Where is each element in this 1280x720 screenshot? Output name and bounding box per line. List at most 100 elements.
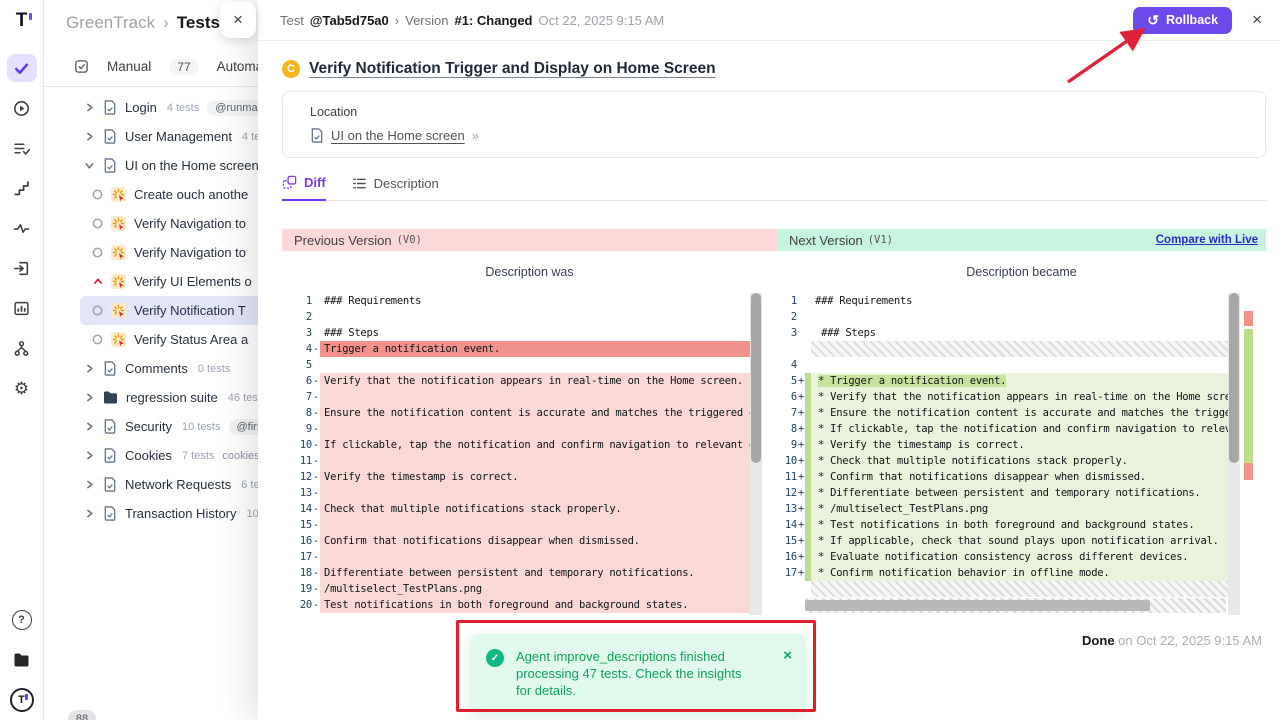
diff-marker: -: [313, 471, 320, 483]
chevron-right-icon[interactable]: [84, 509, 95, 518]
diff-marker: +: [798, 535, 805, 547]
diff-marker: -: [313, 583, 320, 595]
files-folder-icon[interactable]: [7, 646, 37, 674]
sidebar-item-verify-notification[interactable]: Verify Notification T: [80, 296, 284, 325]
diff-line: 18-Differentiate between persistent and …: [282, 565, 777, 581]
scrollbar-thumb[interactable]: [751, 293, 761, 463]
diff-marker: +: [798, 551, 805, 563]
chevron-down-icon[interactable]: [84, 161, 95, 170]
tests-check-icon[interactable]: [7, 54, 37, 82]
left-vertical-scrollbar[interactable]: [750, 293, 762, 615]
question-glyph: ?: [18, 614, 25, 626]
chevron-right-icon[interactable]: [84, 451, 95, 460]
document-check-icon: [103, 419, 117, 434]
chevron-right-icon[interactable]: [84, 480, 95, 489]
reports-chart-icon[interactable]: [7, 294, 37, 322]
location-link[interactable]: UI on the Home screen: [331, 128, 465, 143]
line-text: /multiselect_TestPlans.png: [324, 583, 482, 595]
diff-marker: +: [798, 455, 805, 467]
flaky-test-icon: [111, 332, 126, 347]
flaky-test-icon: [111, 274, 126, 289]
item-label: UI on the Home screen: [125, 158, 259, 173]
line-text: ### Requirements: [324, 295, 421, 307]
chevron-right-icon[interactable]: [84, 393, 95, 402]
success-check-icon: ✓: [486, 649, 504, 667]
activity-pulse-icon[interactable]: [7, 214, 37, 242]
tab-description[interactable]: Description: [352, 175, 439, 200]
rollback-icon: ↺: [1147, 13, 1159, 27]
tab-manual[interactable]: Manual: [107, 59, 151, 74]
test-title[interactable]: Verify Notification Trigger and Display …: [309, 60, 716, 78]
profile-avatar[interactable]: T: [7, 686, 37, 714]
sidebar-item-security[interactable]: Security 10 tests @firs: [80, 412, 284, 441]
import-box-icon[interactable]: [7, 254, 37, 282]
sidebar-item-verify-navigation-1[interactable]: Verify Navigation to: [80, 209, 284, 238]
line-text: * Verify the timestamp is correct.: [818, 439, 1024, 451]
horizontal-scrollbar-thumb[interactable]: [805, 600, 1150, 611]
line-text: Trigger a notification event.: [324, 343, 500, 355]
diff-line: 11-: [282, 453, 777, 469]
line-number: 5: [294, 359, 312, 371]
diff-marker: +: [798, 407, 805, 419]
tab-diff[interactable]: Diff: [282, 175, 326, 201]
chevron-right-icon[interactable]: [84, 422, 95, 431]
line-number: 11: [294, 455, 312, 467]
diff-right-panel[interactable]: 1### Requirements 2 3 ### Steps 4 5+* Tr…: [777, 293, 1266, 615]
diff-line: 2: [282, 309, 777, 325]
modal-breadcrumb: Test @Tab5d75a0 › Version #1: Changed Oc…: [280, 13, 664, 28]
line-text: * Ensure the notification content is acc…: [818, 407, 1228, 419]
integrations-branch-icon[interactable]: [7, 334, 37, 362]
runs-play-icon[interactable]: [7, 94, 37, 122]
rollback-label: Rollback: [1166, 13, 1218, 27]
sidebar-item-verify-ui-elements[interactable]: Verify UI Elements o: [80, 267, 284, 296]
sidebar-item-create-test[interactable]: Create ouch anothe: [80, 180, 284, 209]
settings-gear-icon[interactable]: ⚙: [7, 374, 37, 402]
panel-close-button[interactable]: ×: [220, 2, 256, 38]
help-icon[interactable]: ?: [7, 606, 37, 634]
sidebar-item-transaction-history[interactable]: Transaction History 10 tests: [80, 499, 284, 528]
avatar-letter: T: [18, 694, 25, 706]
item-label: Login: [125, 100, 157, 115]
list-icon: [352, 176, 367, 191]
line-text: Verify that the notification appears in …: [324, 375, 743, 387]
chevron-right-icon[interactable]: [84, 103, 95, 112]
item-label: Cookies: [125, 448, 172, 463]
line-number: 1: [294, 295, 312, 307]
toast-close-icon[interactable]: ×: [783, 648, 792, 699]
document-check-icon: [103, 361, 117, 376]
line-number: 14: [294, 503, 312, 515]
flaky-test-icon: [111, 245, 126, 260]
checklist-icon[interactable]: [7, 134, 37, 162]
status-circle-icon: [92, 305, 103, 316]
sidebar-item-ui-home-screen[interactable]: UI on the Home screen: [80, 151, 284, 180]
sidebar-item-login[interactable]: Login 4 tests @runman: [80, 93, 284, 122]
rollback-button[interactable]: ↺ Rollback: [1133, 7, 1232, 34]
sidebar-item-comments[interactable]: Comments 0 tests: [80, 354, 284, 383]
modal-close-icon[interactable]: ×: [1252, 10, 1262, 30]
sidebar: GreenTrack › Tests Manual 77 Automated L…: [44, 0, 284, 720]
diff-line: [777, 341, 1266, 357]
breadcrumb-app[interactable]: GreenTrack: [66, 13, 155, 33]
sidebar-item-verify-status-area[interactable]: Verify Status Area a: [80, 325, 284, 354]
sidebar-item-regression-suite[interactable]: regression suite 46 tests: [80, 383, 284, 412]
diff-view: Previous Version (V0) Description was 1#…: [282, 229, 1266, 615]
line-number: 6: [779, 391, 797, 403]
item-label: Security: [125, 419, 172, 434]
select-all-icon[interactable]: [74, 59, 89, 74]
sidebar-item-network-requests[interactable]: Network Requests 6 tests: [80, 470, 284, 499]
chevron-right-icon[interactable]: [84, 364, 95, 373]
right-vertical-scrollbar[interactable]: [1228, 293, 1240, 615]
item-label: Create ouch anothe: [134, 187, 248, 202]
scrollbar-thumb[interactable]: [1229, 293, 1239, 463]
diff-left-panel[interactable]: 1### Requirements 2 3### Steps 4-Trigger…: [282, 293, 777, 615]
diff-marker: +: [798, 487, 805, 499]
compare-with-live-link[interactable]: Compare with Live: [1156, 234, 1258, 246]
sidebar-item-user-management[interactable]: User Management 4 tests: [80, 122, 284, 151]
steps-icon[interactable]: [7, 174, 37, 202]
diff-line: 6+* Verify that the notification appears…: [777, 389, 1266, 405]
sidebar-item-cookies[interactable]: Cookies 7 tests cookies.c: [80, 441, 284, 470]
chevron-right-icon[interactable]: [84, 132, 95, 141]
sidebar-item-verify-navigation-2[interactable]: Verify Navigation to: [80, 238, 284, 267]
line-number: 14: [779, 519, 797, 531]
diff-marker: -: [313, 375, 320, 387]
